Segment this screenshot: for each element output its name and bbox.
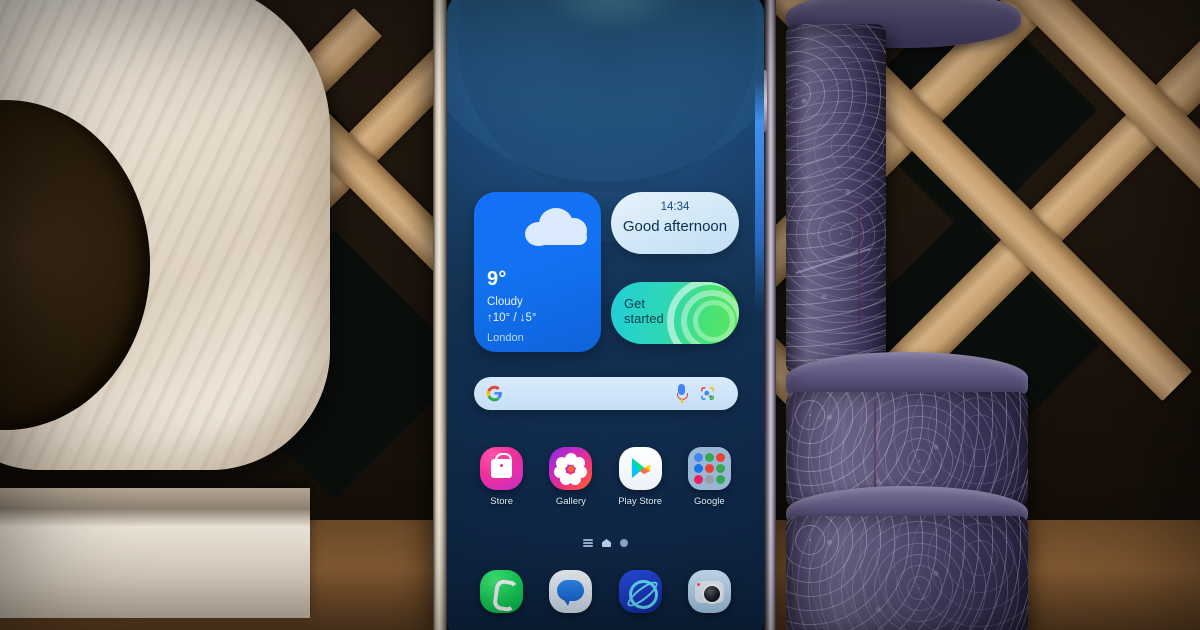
home-icon[interactable] [602,539,611,547]
dock-phone[interactable] [472,570,532,630]
concentric-ring-icon [693,300,735,342]
dock-internet[interactable] [610,570,670,630]
page-indicator [447,539,764,547]
weather-widget[interactable]: 9° Cloudy ↑10° / ↓5° London [474,192,601,352]
microphone-icon[interactable] [677,384,688,403]
folder-mini-app-icon [715,464,725,473]
weather-condition: Cloudy [487,296,523,308]
chat-bubble-icon [549,570,593,613]
app-label: Store [490,496,513,507]
google-lens-icon[interactable] [699,385,716,402]
menu-lines-icon[interactable] [583,539,593,547]
app-label: Google [694,496,725,507]
marble-ring-sculpture [0,0,370,618]
get-started-label: Get started [624,296,664,326]
phone-frame-left [433,0,447,630]
clock-greeting: Good afternoon [622,218,728,235]
play-triangle-icon [618,447,662,490]
folder-mini-app-icon [693,464,703,473]
screenshot-scene: 9° Cloudy ↑10° / ↓5° London 14:34 Good a… [0,0,1200,630]
folder-mini-app-icon [704,464,714,473]
app-grid: Store Gallery Play Store Google [467,447,744,522]
app-google-folder[interactable]: Google [679,447,739,522]
page-dot[interactable] [620,539,628,547]
weather-temperature: 9° [487,268,507,290]
get-started-line2: started [624,311,664,326]
cloud-icon [525,208,589,246]
clock-greeting-widget[interactable]: 14:34 Good afternoon [611,192,739,254]
app-label: Play Store [618,496,663,507]
app-store[interactable]: Store [472,447,532,522]
folder-mini-app-icon [715,475,725,484]
widget-area: 9° Cloudy ↑10° / ↓5° London 14:34 Good a… [474,192,739,352]
folder-mini-app-icon [704,475,714,484]
folder-mini-app-icon [693,453,703,462]
google-search-bar[interactable] [474,377,738,410]
dock-camera[interactable] [679,570,739,630]
planet-browser-icon [618,570,662,613]
app-gallery[interactable]: Gallery [541,447,601,522]
screen-glare-top [537,0,687,32]
shopping-bag-icon [480,447,524,490]
camera-icon [687,570,731,613]
screen-edge-glare [755,80,764,310]
folder-mini-app-icon [693,475,703,484]
app-label: Gallery [555,496,586,507]
marble-base-slab [0,488,310,618]
google-g-icon [486,385,502,402]
folder-mini-app-icon [704,453,714,462]
phone-screen: 9° Cloudy ↑10° / ↓5° London 14:34 Good a… [447,0,764,630]
flower-icon [549,447,593,490]
folder-mini-app-icon [715,453,725,462]
app-play-store[interactable]: Play Store [610,447,670,522]
google-folder-icon [687,447,731,490]
get-started-line1: Get [624,296,645,311]
phone-handset-icon [480,570,524,613]
clock-time: 14:34 [660,201,690,213]
get-started-widget[interactable]: Get started [611,282,739,344]
dock [467,570,744,630]
dock-messages[interactable] [541,570,601,630]
weather-location: London [487,332,524,344]
weather-high-low: ↑10° / ↓5° [487,312,537,324]
